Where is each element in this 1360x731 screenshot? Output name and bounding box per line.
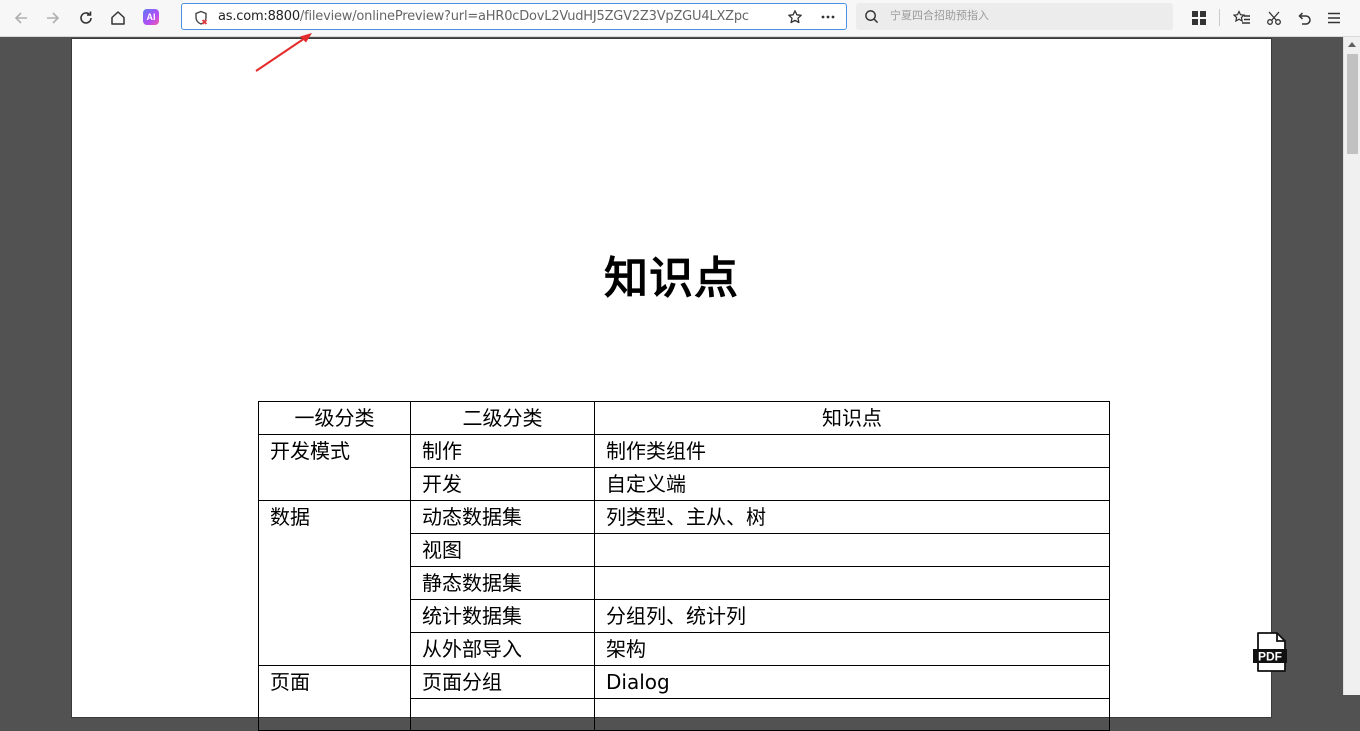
scissors-icon <box>1267 11 1281 25</box>
level2-cell: 统计数据集 <box>410 599 595 633</box>
arrow-right-icon <box>47 12 60 24</box>
knowledge-table: 一级分类 二级分类 知识点 开发模式 制作 制作类组件 开发 自定义端 数据 动… <box>258 401 1110 731</box>
level2-cell: 动态数据集 <box>410 500 595 534</box>
browser-toolbar: AI as.com:8800/fileview/onlinePreview?ur… <box>0 0 1360 37</box>
shield-warning-icon <box>195 10 208 25</box>
search-icon <box>865 10 879 24</box>
home-icon <box>111 11 125 25</box>
scrollbar-thumb[interactable] <box>1347 54 1358 154</box>
favorites-button[interactable] <box>1231 7 1253 29</box>
header-level2: 二级分类 <box>410 401 595 435</box>
search-placeholder: 宁夏四合招助预指入 <box>890 9 989 22</box>
point-cell: 自定义端 <box>594 467 1110 501</box>
table-row: 数据 动态数据集 列类型、主从、树 <box>258 500 1110 666</box>
level2-cell: 开发 <box>410 467 595 501</box>
point-cell <box>594 698 1110 731</box>
level2-cell: 视图 <box>410 533 595 567</box>
apps-grid-icon <box>1192 11 1206 25</box>
reload-icon <box>80 11 92 24</box>
level2-cell: 静态数据集 <box>410 566 595 600</box>
level2-cell: 页面分组 <box>410 665 595 699</box>
favorites-icon <box>1233 10 1250 24</box>
point-cell: 制作类组件 <box>594 434 1110 468</box>
more-icon[interactable] <box>820 9 836 25</box>
level1-cell: 开发模式 <box>258 434 411 501</box>
header-level1: 一级分类 <box>258 401 411 435</box>
red-arrow-annotation <box>255 33 312 72</box>
point-cell: 架构 <box>594 632 1110 666</box>
forward-button[interactable] <box>42 7 64 29</box>
toolbar-divider <box>1219 9 1220 26</box>
vertical-scrollbar[interactable] <box>1343 37 1360 695</box>
point-cell <box>594 533 1110 567</box>
search-box[interactable]: 宁夏四合招助预指入 <box>856 3 1173 30</box>
hamburger-menu-icon <box>1328 12 1340 24</box>
screenshot-button[interactable] <box>1263 7 1285 29</box>
level2-cell: 制作 <box>410 434 595 468</box>
ai-label: AI <box>146 12 156 22</box>
url-path: /fileview/onlinePreview?url=aHR0cDovL2Vu… <box>299 9 749 24</box>
star-icon[interactable] <box>787 9 803 25</box>
pdf-download-icon[interactable]: PDF <box>1252 632 1290 674</box>
arrow-left-icon <box>14 12 27 24</box>
point-cell <box>594 566 1110 600</box>
table-row: 页面 页面分组 Dialog <box>258 665 1110 731</box>
table-header-row: 一级分类 二级分类 知识点 <box>258 401 1110 435</box>
menu-button[interactable] <box>1323 7 1345 29</box>
undo-icon <box>1298 12 1311 25</box>
apps-button[interactable] <box>1188 7 1210 29</box>
document-page: 知识点 一级分类 二级分类 知识点 开发模式 制作 制作类组件 开发 自定义端 … <box>71 38 1272 731</box>
pdf-icon-label: PDF <box>1258 650 1282 664</box>
address-bar[interactable]: as.com:8800/fileview/onlinePreview?url=a… <box>181 3 847 30</box>
undo-button[interactable] <box>1293 7 1315 29</box>
reload-button[interactable] <box>75 7 97 29</box>
url-host: as.com:8800 <box>218 9 300 24</box>
point-cell: Dialog <box>594 665 1110 699</box>
level2-cell: 从外部导入 <box>410 632 595 666</box>
document-title: 知识点 <box>604 253 739 304</box>
home-button[interactable] <box>107 7 129 29</box>
level1-cell: 页面 <box>258 665 411 731</box>
point-cell: 分组列、统计列 <box>594 599 1110 633</box>
url-text[interactable]: as.com:8800/fileview/onlinePreview?url=a… <box>218 9 778 24</box>
ai-assistant-button[interactable]: AI <box>143 9 159 25</box>
scroll-up-arrow-icon[interactable] <box>1348 42 1356 47</box>
point-cell: 列类型、主从、树 <box>594 500 1110 534</box>
table-row: 开发模式 制作 制作类组件 <box>258 434 1110 501</box>
level1-cell: 数据 <box>258 500 411 666</box>
level2-cell <box>410 698 595 731</box>
header-point: 知识点 <box>594 401 1110 435</box>
back-button[interactable] <box>10 7 32 29</box>
